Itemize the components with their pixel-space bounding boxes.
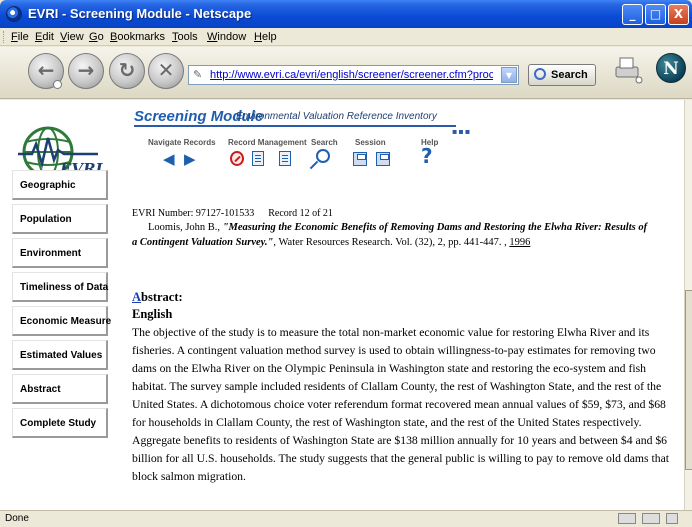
menu-bar: File Edit View Go Bookmarks Tools Window… <box>0 28 692 46</box>
back-button[interactable]: ← <box>28 53 64 89</box>
search-tool-label: Search <box>311 138 338 147</box>
sidebar-item-label: Abstract <box>20 384 61 395</box>
page-content: EVRI Screening Module Environmental Valu… <box>0 100 684 510</box>
search-records-icon[interactable] <box>316 149 330 163</box>
sidebar-item-complete-study[interactable]: Complete Study <box>12 408 108 438</box>
menu-go[interactable]: Go <box>89 31 104 43</box>
url-bar[interactable]: ✎ http://www.evri.ca/evri/english/screen… <box>188 65 519 85</box>
citation-journal: , Water Resources Research. Vol. (32), 2… <box>273 237 510 248</box>
sidebar-item-label: Geographic <box>20 180 76 191</box>
menu-bookmarks[interactable]: Bookmarks <box>110 31 165 43</box>
title-bar: EVRI - Screening Module - Netscape _ □ X <box>0 0 692 28</box>
record-management-label: Record Management <box>228 138 307 147</box>
delete-record-icon[interactable] <box>230 151 244 166</box>
status-bar: Done <box>0 510 692 527</box>
record-position: Record 12 of 21 <box>268 208 333 219</box>
next-record-icon[interactable]: ▶ <box>184 150 196 168</box>
module-divider-dots: ▪▪▪ <box>452 127 472 136</box>
back-history-dot[interactable] <box>53 80 62 89</box>
netscape-app-icon[interactable] <box>6 6 22 22</box>
session-label: Session <box>355 138 386 147</box>
abstract-heading: Abstract: <box>132 290 183 305</box>
url-history-dropdown[interactable]: ▼ <box>501 67 517 83</box>
record-header: EVRI Number: 97127-101533 Record 12 of 21 <box>132 208 333 219</box>
sidebar-item-label: Estimated Values <box>20 350 103 361</box>
url-text[interactable]: http://www.evri.ca/evri/english/screener… <box>210 69 493 81</box>
page-proxy-icon[interactable]: ✎ <box>193 69 207 81</box>
sidebar-item-label: Population <box>20 214 72 225</box>
citation-author: Loomis, John B., <box>148 222 223 233</box>
abstract-language: English <box>132 307 173 321</box>
stop-icon: ✕ <box>157 58 175 82</box>
search-button-label: Search <box>551 69 588 81</box>
scrollbar-thumb[interactable] <box>685 290 692 470</box>
menu-help[interactable]: Help <box>254 31 277 43</box>
window-title: EVRI - Screening Module - Netscape <box>28 6 252 21</box>
security-icon[interactable] <box>642 513 660 524</box>
sidebar-item-abstract[interactable]: Abstract <box>12 374 108 404</box>
save-session-icon[interactable] <box>376 152 390 166</box>
sidebar-item-geographic[interactable]: Geographic <box>12 170 108 200</box>
menu-tools[interactable]: Tools <box>172 31 198 43</box>
load-session-icon[interactable] <box>353 152 367 166</box>
sidebar-item-environment[interactable]: Environment <box>12 238 108 268</box>
sidebar-item-label: Economic Measure <box>20 316 112 327</box>
menu-edit[interactable]: Edit <box>35 31 54 43</box>
print-icon[interactable] <box>612 55 644 85</box>
navigate-records-label: Navigate Records <box>148 138 216 147</box>
back-icon: ← <box>37 58 55 82</box>
reload-button[interactable]: ↻ <box>109 53 145 89</box>
menu-window[interactable]: Window <box>207 31 246 43</box>
close-button[interactable]: X <box>668 4 689 25</box>
status-text: Done <box>5 513 29 524</box>
maximize-button[interactable]: □ <box>645 4 666 25</box>
abstract-anchor-link[interactable]: A <box>132 290 141 304</box>
sidebar-item-label: Timeliness of Data <box>20 282 109 293</box>
menubar-grip[interactable] <box>3 31 6 43</box>
abstract-heading-rest: bstract: <box>141 290 183 304</box>
vertical-scrollbar[interactable] <box>684 100 692 510</box>
stop-button[interactable]: ✕ <box>148 53 184 89</box>
module-subtitle: Environmental Valuation Reference Invent… <box>236 111 437 122</box>
navigation-toolbar: ← → ↻ ✕ ✎ http://www.evri.ca/evri/englis… <box>0 47 692 99</box>
sidebar-item-label: Environment <box>20 248 82 259</box>
record-list-icon[interactable] <box>279 151 291 166</box>
menu-view[interactable]: View <box>60 31 84 43</box>
evri-number: EVRI Number: 97127-101533 <box>132 208 255 219</box>
citation-title: "Measuring the Economic Benefits of Remo… <box>222 222 648 233</box>
help-icon[interactable]: ? <box>421 144 433 168</box>
forward-icon: → <box>77 58 95 82</box>
sidebar-item-label: Complete Study <box>20 418 97 429</box>
search-icon <box>534 68 546 80</box>
connection-icon[interactable] <box>618 513 636 524</box>
reload-icon: ↻ <box>118 58 136 82</box>
citation-year-link[interactable]: 1996 <box>509 237 530 248</box>
search-button[interactable]: Search <box>528 64 596 86</box>
sidebar-item-estimated-values[interactable]: Estimated Values <box>12 340 108 370</box>
sidebar-item-population[interactable]: Population <box>12 204 108 234</box>
previous-record-icon[interactable]: ◀ <box>163 150 175 168</box>
abstract-body: The objective of the study is to measure… <box>132 326 670 483</box>
module-divider <box>134 125 456 127</box>
minimize-button[interactable]: _ <box>622 4 643 25</box>
search-handle-icon <box>309 160 319 170</box>
menu-file[interactable]: File <box>11 31 29 43</box>
sidebar-item-timeliness[interactable]: Timeliness of Data <box>12 272 108 302</box>
citation-title-continued: a Contingent Valuation Survey." <box>132 237 274 248</box>
citation-line-2: a Contingent Valuation Survey.", Water R… <box>132 237 530 248</box>
citation-line-1: Loomis, John B., "Measuring the Economic… <box>148 222 647 233</box>
view-record-icon[interactable] <box>252 151 264 166</box>
sidebar-item-economic-measure[interactable]: Economic Measure <box>12 306 112 336</box>
forward-button[interactable]: → <box>68 53 104 89</box>
netscape-logo-icon[interactable]: N <box>656 53 686 83</box>
lock-icon[interactable] <box>666 513 678 524</box>
